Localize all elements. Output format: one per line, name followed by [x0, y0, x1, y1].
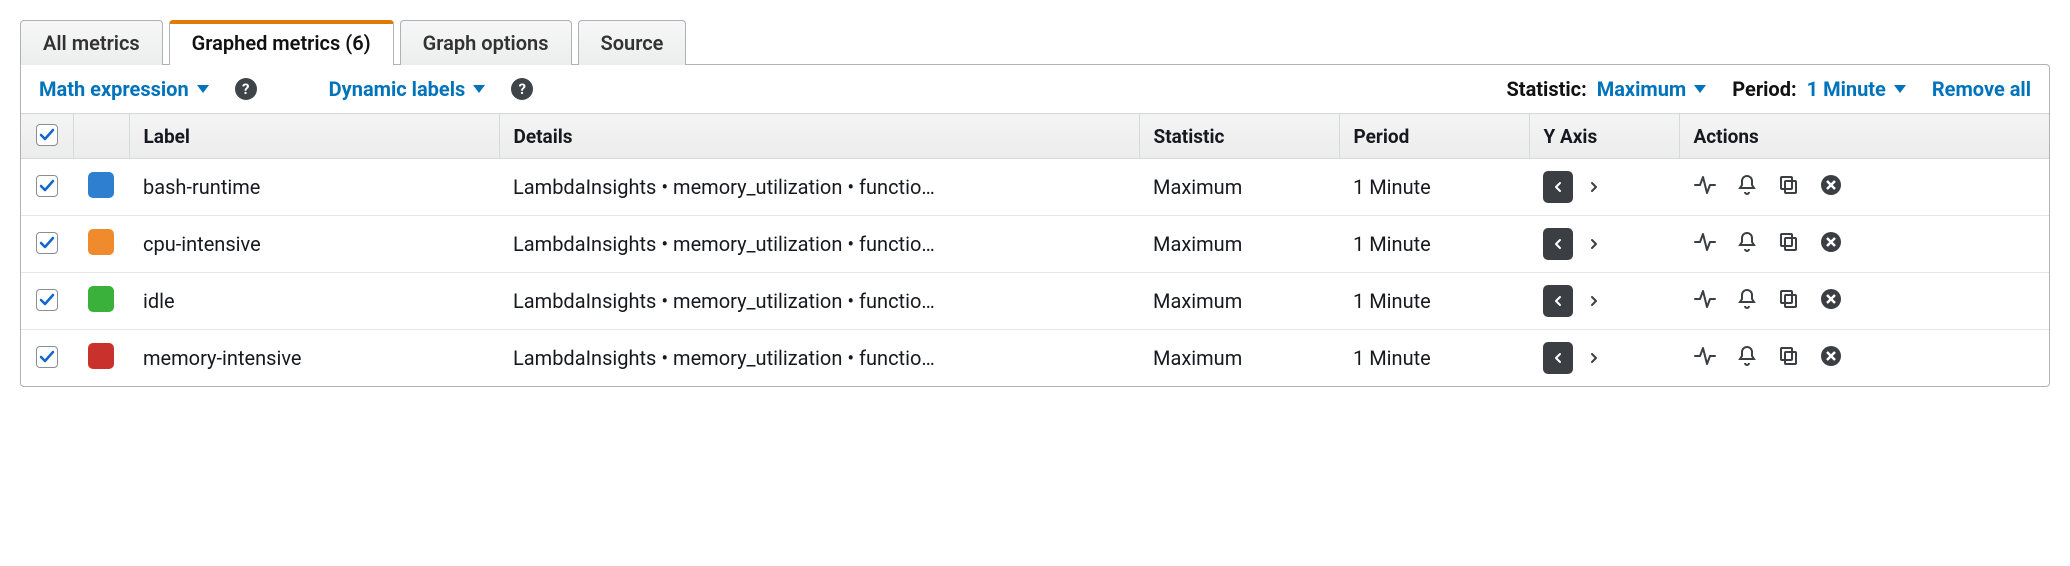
- select-all-checkbox[interactable]: [36, 124, 58, 146]
- column-statistic: Statistic: [1139, 114, 1339, 159]
- math-expression-label: Math expression: [39, 77, 189, 101]
- metric-statistic: Maximum: [1139, 216, 1339, 273]
- metric-details: LambdaInsights • memory_utilization • fu…: [513, 175, 1125, 199]
- yaxis-left-button[interactable]: [1543, 171, 1573, 203]
- remove-all-link[interactable]: Remove all: [1932, 77, 2031, 101]
- metric-period: 1 Minute: [1339, 159, 1529, 216]
- math-expression-dropdown[interactable]: Math expression: [39, 77, 209, 101]
- yaxis-left-button[interactable]: [1543, 342, 1573, 374]
- metric-label: cpu-intensive: [129, 216, 499, 273]
- table-row: idle LambdaInsights • memory_utilization…: [21, 273, 2049, 330]
- row-checkbox[interactable]: [36, 232, 58, 254]
- table-row: cpu-intensive LambdaInsights • memory_ut…: [21, 216, 2049, 273]
- row-checkbox[interactable]: [36, 289, 58, 311]
- dynamic-labels-label: Dynamic labels: [329, 77, 466, 101]
- metric-label: memory-intensive: [129, 330, 499, 387]
- metric-period: 1 Minute: [1339, 216, 1529, 273]
- metric-label: bash-runtime: [129, 159, 499, 216]
- remove-icon[interactable]: [1819, 173, 1843, 197]
- period-picker: Period: 1 Minute: [1732, 77, 1906, 101]
- copy-icon[interactable]: [1777, 230, 1801, 254]
- tab-all-metrics[interactable]: All metrics: [20, 20, 163, 65]
- yaxis-left-button[interactable]: [1543, 285, 1573, 317]
- metric-period: 1 Minute: [1339, 273, 1529, 330]
- yaxis-right-button[interactable]: [1579, 228, 1609, 260]
- column-yaxis: Y Axis: [1529, 114, 1679, 159]
- metric-details: LambdaInsights • memory_utilization • fu…: [513, 289, 1125, 313]
- period-dropdown[interactable]: 1 Minute: [1807, 77, 1906, 101]
- remove-icon[interactable]: [1819, 230, 1843, 254]
- dynamic-labels-dropdown[interactable]: Dynamic labels: [329, 77, 486, 101]
- bell-icon[interactable]: [1735, 287, 1759, 311]
- metric-details: LambdaInsights • memory_utilization • fu…: [513, 232, 1125, 256]
- graphed-metrics-panel: Math expression ? Dynamic labels ? Stati…: [20, 64, 2050, 387]
- statistic-label: Statistic:: [1506, 77, 1586, 101]
- tabs-bar: All metrics Graphed metrics (6) Graph op…: [20, 20, 2050, 65]
- column-details: Details: [499, 114, 1139, 159]
- bell-icon[interactable]: [1735, 173, 1759, 197]
- activity-icon[interactable]: [1693, 230, 1717, 254]
- metric-details: LambdaInsights • memory_utilization • fu…: [513, 346, 1125, 370]
- remove-icon[interactable]: [1819, 344, 1843, 368]
- row-checkbox[interactable]: [36, 346, 58, 368]
- metric-statistic: Maximum: [1139, 330, 1339, 387]
- statistic-picker: Statistic: Maximum: [1506, 77, 1706, 101]
- column-period: Period: [1339, 114, 1529, 159]
- copy-icon[interactable]: [1777, 173, 1801, 197]
- metric-statistic: Maximum: [1139, 159, 1339, 216]
- yaxis-left-button[interactable]: [1543, 228, 1573, 260]
- tab-graph-options[interactable]: Graph options: [400, 20, 572, 65]
- chevron-down-icon: [473, 85, 485, 93]
- metrics-table: Label Details Statistic Period Y Axis Ac…: [21, 113, 2049, 386]
- yaxis-right-button[interactable]: [1579, 285, 1609, 317]
- row-checkbox[interactable]: [36, 175, 58, 197]
- column-label: Label: [129, 114, 499, 159]
- color-swatch[interactable]: [88, 343, 114, 369]
- bell-icon[interactable]: [1735, 230, 1759, 254]
- color-swatch[interactable]: [88, 229, 114, 255]
- metric-statistic: Maximum: [1139, 273, 1339, 330]
- period-label: Period:: [1732, 77, 1796, 101]
- copy-icon[interactable]: [1777, 344, 1801, 368]
- tab-source[interactable]: Source: [578, 20, 687, 65]
- yaxis-right-button[interactable]: [1579, 342, 1609, 374]
- table-row: bash-runtime LambdaInsights • memory_uti…: [21, 159, 2049, 216]
- metric-label: idle: [129, 273, 499, 330]
- color-swatch[interactable]: [88, 172, 114, 198]
- tab-graphed-metrics[interactable]: Graphed metrics (6): [169, 20, 394, 65]
- metric-period: 1 Minute: [1339, 330, 1529, 387]
- activity-icon[interactable]: [1693, 287, 1717, 311]
- color-swatch[interactable]: [88, 286, 114, 312]
- math-expression-help-icon[interactable]: ?: [235, 78, 257, 100]
- remove-icon[interactable]: [1819, 287, 1843, 311]
- chevron-down-icon: [1694, 85, 1706, 93]
- copy-icon[interactable]: [1777, 287, 1801, 311]
- yaxis-right-button[interactable]: [1579, 171, 1609, 203]
- activity-icon[interactable]: [1693, 344, 1717, 368]
- chevron-down-icon: [1894, 85, 1906, 93]
- statistic-dropdown[interactable]: Maximum: [1597, 77, 1707, 101]
- activity-icon[interactable]: [1693, 173, 1717, 197]
- dynamic-labels-help-icon[interactable]: ?: [511, 78, 533, 100]
- bell-icon[interactable]: [1735, 344, 1759, 368]
- column-actions: Actions: [1679, 114, 2049, 159]
- table-row: memory-intensive LambdaInsights • memory…: [21, 330, 2049, 387]
- chevron-down-icon: [197, 85, 209, 93]
- toolbar: Math expression ? Dynamic labels ? Stati…: [21, 65, 2049, 113]
